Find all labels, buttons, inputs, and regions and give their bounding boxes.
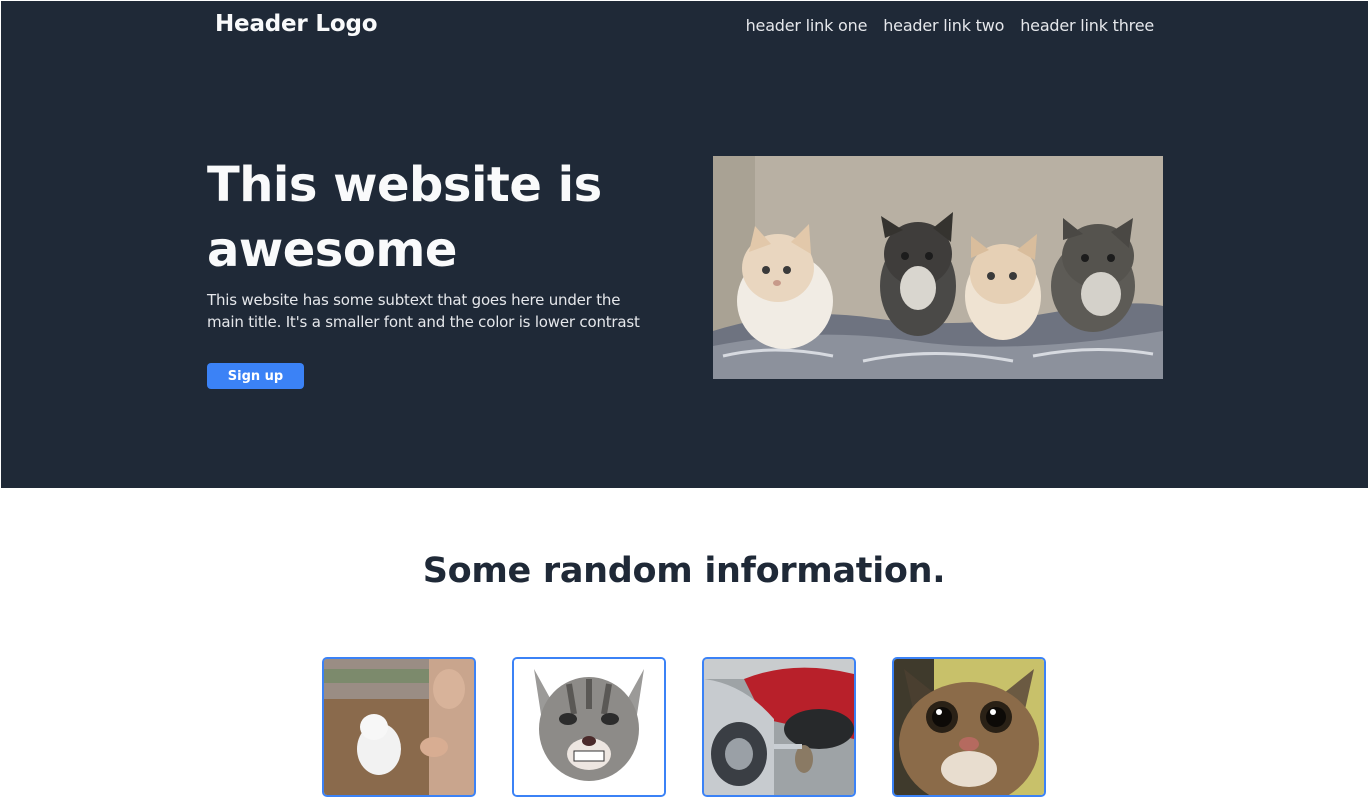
card-image-1[interactable] (322, 657, 476, 797)
header-link-two[interactable]: header link two (883, 16, 1004, 35)
header-nav: header link one header link two header l… (746, 16, 1155, 35)
card-image-4[interactable] (892, 657, 1046, 797)
hero-title: This website is awesome (207, 157, 602, 278)
card-image-2[interactable] (512, 657, 666, 797)
card-row (322, 657, 1046, 797)
hero-section: Header Logo header link one header link … (0, 0, 1368, 488)
header-link-three[interactable]: header link three (1020, 16, 1154, 35)
section-title: Some random information. (422, 551, 946, 591)
header-logo[interactable]: Header Logo (215, 11, 378, 37)
hero-kittens-image (713, 156, 1163, 379)
signup-button[interactable]: Sign up (207, 363, 304, 389)
card-image-3[interactable] (702, 657, 856, 797)
header-link-one[interactable]: header link one (746, 16, 868, 35)
hero-subtext: This website has some subtext that goes … (207, 291, 640, 331)
